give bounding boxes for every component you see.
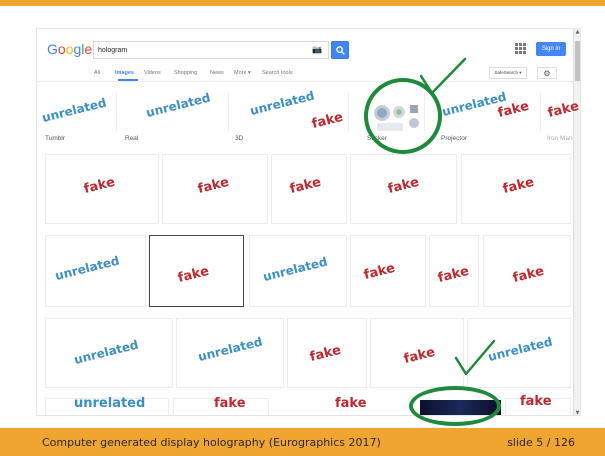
label-fake: fake <box>520 394 552 409</box>
chip-label-real: Real <box>125 135 139 142</box>
tab-more[interactable]: More ▾ <box>234 70 251 76</box>
google-logo[interactable]: Google <box>47 41 92 57</box>
camera-icon[interactable]: 📷 <box>312 45 322 55</box>
chip-label-iron-man: Iron Man <box>547 135 573 142</box>
search-button[interactable] <box>331 41 349 59</box>
safesearch-dropdown[interactable]: SafeSearch ▾ <box>489 67 527 79</box>
highlight-circle <box>409 386 501 426</box>
checkmark-icon <box>454 339 496 376</box>
vertical-scrollbar[interactable]: ▲ ▼ <box>573 29 580 415</box>
sign-in-button[interactable]: Sign in <box>536 42 566 56</box>
tab-videos[interactable]: Videos <box>144 70 161 76</box>
tab-all[interactable]: All <box>94 70 100 76</box>
slide-footer: Computer generated display holography (E… <box>0 428 605 456</box>
scroll-up-arrow-icon[interactable]: ▲ <box>574 29 580 36</box>
chip-label-tumblr: Tumblr <box>45 135 65 142</box>
search-icon <box>336 46 345 55</box>
scroll-thumb[interactable] <box>575 41 580 81</box>
checkmark-icon <box>419 57 467 95</box>
search-box[interactable]: 📷 <box>93 41 329 59</box>
presentation-title: Computer generated display holography (E… <box>42 436 381 449</box>
tab-images[interactable]: Images <box>115 70 134 76</box>
chip-label-3d: 3D <box>235 135 244 142</box>
chip-label-projector: Projector <box>441 135 468 142</box>
search-input[interactable] <box>98 44 298 56</box>
label-unrelated: unrelated <box>74 396 146 411</box>
label-fake: fake <box>335 396 367 411</box>
header-divider <box>37 81 575 82</box>
scroll-down-arrow-icon[interactable]: ▼ <box>574 410 580 415</box>
tab-search-tools[interactable]: Search tools <box>262 70 293 76</box>
tab-news[interactable]: News <box>210 70 224 76</box>
apps-grid-icon[interactable] <box>515 43 527 55</box>
slide-number: slide 5 / 126 <box>507 436 575 449</box>
label-fake: fake <box>214 396 246 411</box>
tab-shopping[interactable]: Shopping <box>174 70 197 76</box>
gear-icon[interactable]: ⚙ <box>537 67 557 79</box>
slide-top-bar <box>0 0 605 6</box>
